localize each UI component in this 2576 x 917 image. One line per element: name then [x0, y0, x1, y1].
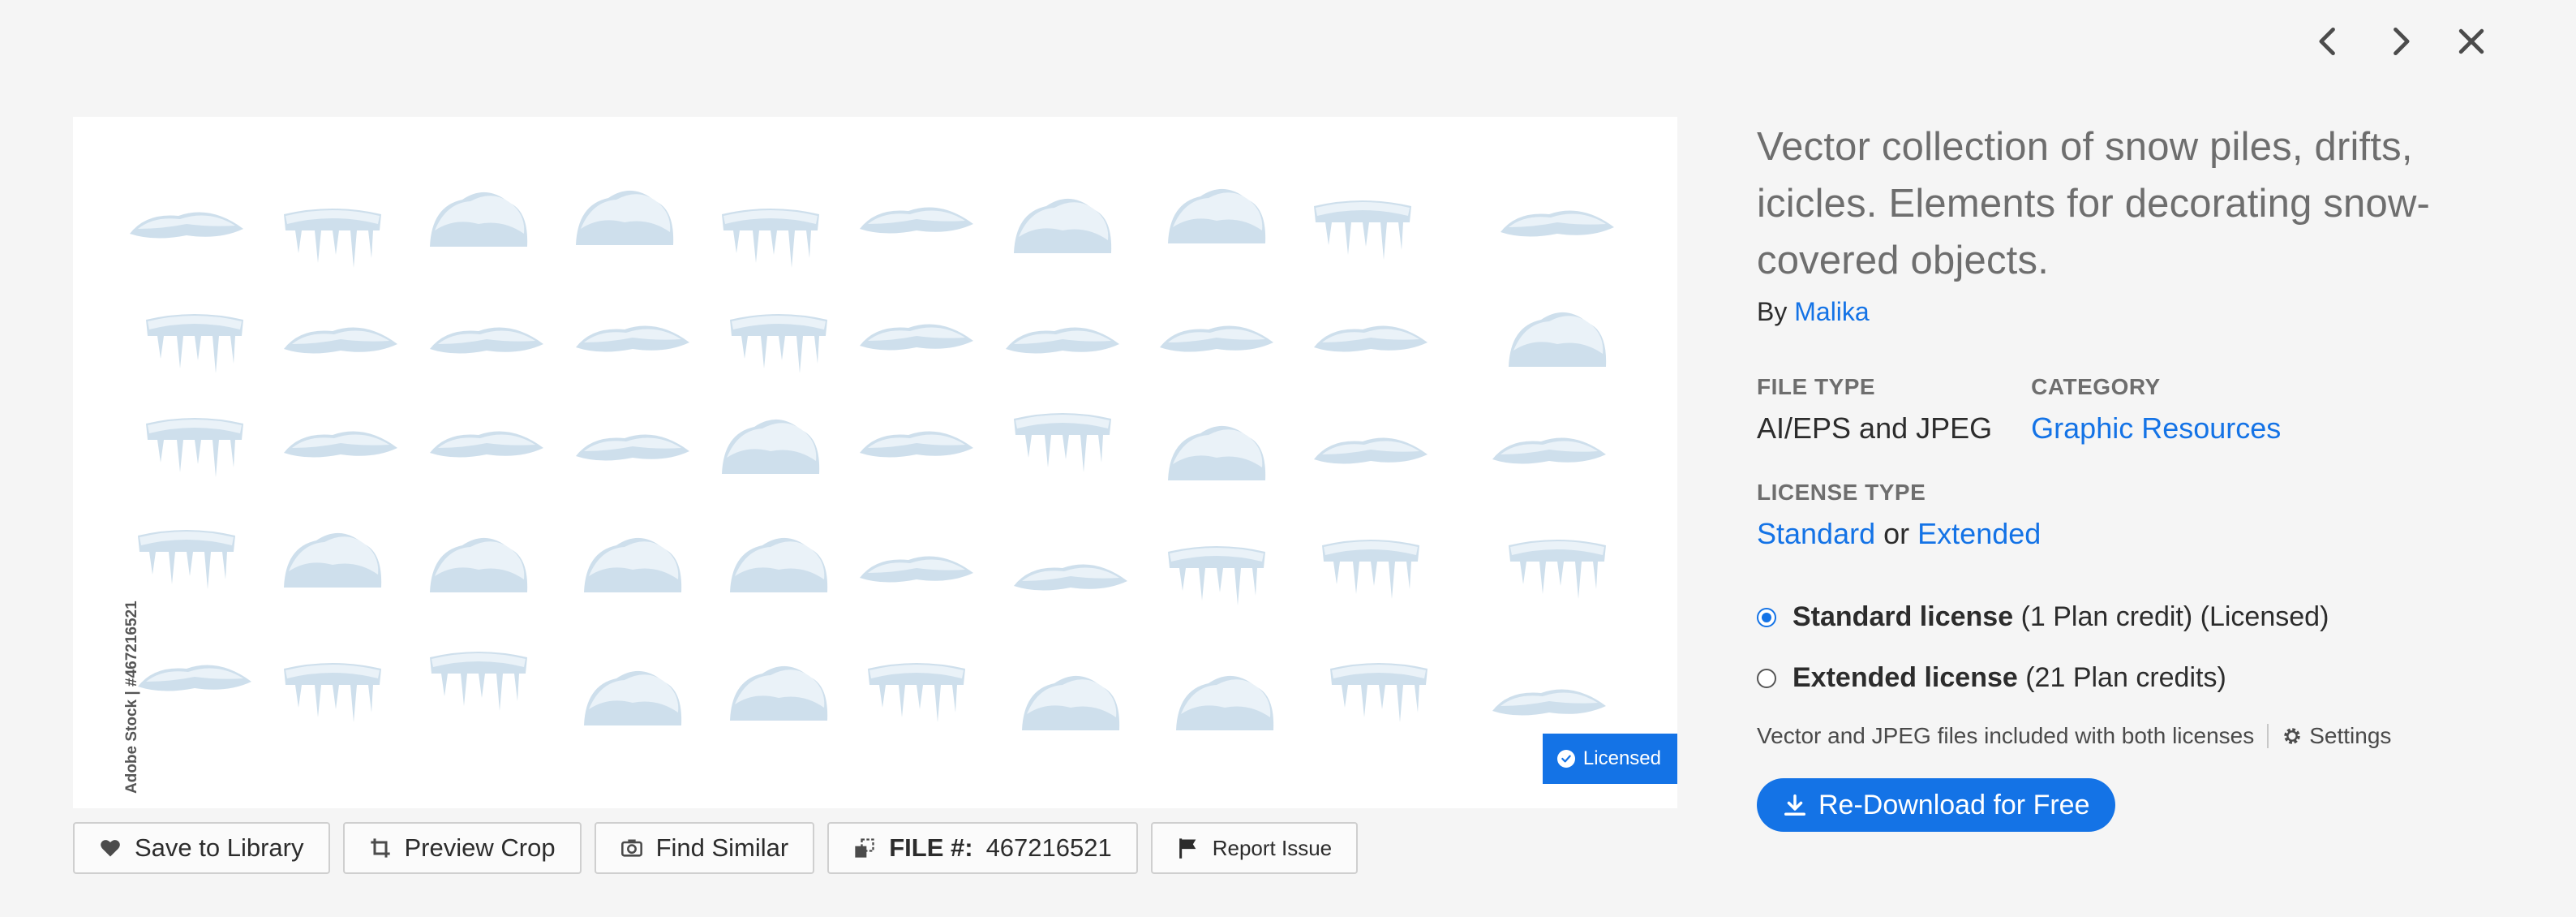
report-issue-button[interactable]: Report Issue [1150, 822, 1359, 874]
category-link[interactable]: Graphic Resources [2031, 411, 2281, 446]
camera-icon [620, 839, 642, 857]
standard-license-radio[interactable] [1757, 607, 1776, 627]
asset-info-panel: Vector collection of snow piles, drifts,… [1757, 118, 2454, 832]
asset-preview-image[interactable]: Adobe Stock | #467216521 Licensed [73, 117, 1677, 808]
file-type-label: FILE TYPE [1757, 374, 1876, 399]
preview-crop-button[interactable]: Preview Crop [342, 822, 582, 874]
redownload-button[interactable]: Re-Download for Free [1757, 778, 2116, 832]
author-byline: By Malika [1757, 297, 1870, 326]
save-to-library-button[interactable]: Save to Library [73, 822, 330, 874]
snow-elements-illustration [130, 188, 1614, 730]
category-label: CATEGORY [2031, 374, 2161, 399]
standard-license-option[interactable]: Standard license (1 Plan credit) (Licens… [1757, 601, 2454, 633]
crop-icon [370, 838, 390, 858]
chevron-left-icon [2319, 27, 2335, 56]
extended-license-link[interactable]: Extended [1917, 517, 2041, 550]
standard-license-link[interactable]: Standard [1757, 517, 1875, 550]
top-navigation [2302, 15, 2498, 68]
find-similar-button[interactable]: Find Similar [594, 822, 815, 874]
asset-title: Vector collection of snow piles, drifts,… [1757, 125, 2431, 282]
close-button[interactable] [2445, 15, 2498, 68]
category-section: CATEGORY Graphic Resources [2031, 374, 2281, 446]
action-bar: Save to Library Preview Crop Find Simila… [73, 822, 1359, 874]
settings-link[interactable]: Settings [2282, 723, 2391, 749]
checkmark-icon [1556, 750, 1575, 768]
flag-icon [1179, 838, 1196, 859]
file-number-button[interactable]: FILE #: 467216521 [827, 822, 1138, 874]
extended-license-option[interactable]: Extended license (21 Plan credits) [1757, 662, 2454, 694]
gear-icon [2284, 728, 2300, 744]
asset-meta: FILE TYPE AI/EPS and JPEG CATEGORY Graph… [1757, 374, 2454, 446]
file-number-label: FILE #: [889, 833, 973, 862]
license-type-section: LICENSE TYPE Standard or Extended [1757, 480, 2454, 551]
file-copy-icon [855, 838, 874, 858]
close-icon [2458, 28, 2484, 54]
divider [2267, 724, 2269, 748]
file-type-section: FILE TYPE AI/EPS and JPEG [1757, 374, 1992, 446]
download-icon [1784, 794, 1805, 816]
licensed-badge-label: Licensed [1582, 747, 1661, 769]
extended-license-radio[interactable] [1757, 668, 1776, 688]
licensed-badge: Licensed [1542, 734, 1677, 784]
included-files-note: Vector and JPEG files included with both… [1757, 723, 2392, 749]
chevron-right-icon [2394, 27, 2410, 56]
author-link[interactable]: Malika [1794, 297, 1869, 326]
next-button[interactable] [2373, 15, 2427, 68]
asset-id-watermark: Adobe Stock | #467216521 [123, 601, 140, 794]
previous-button[interactable] [2302, 15, 2355, 68]
file-type-value: AI/EPS and JPEG [1757, 411, 1993, 445]
heart-icon [101, 840, 120, 857]
license-type-label: LICENSE TYPE [1757, 480, 1926, 505]
file-number-value: 467216521 [985, 833, 1112, 862]
